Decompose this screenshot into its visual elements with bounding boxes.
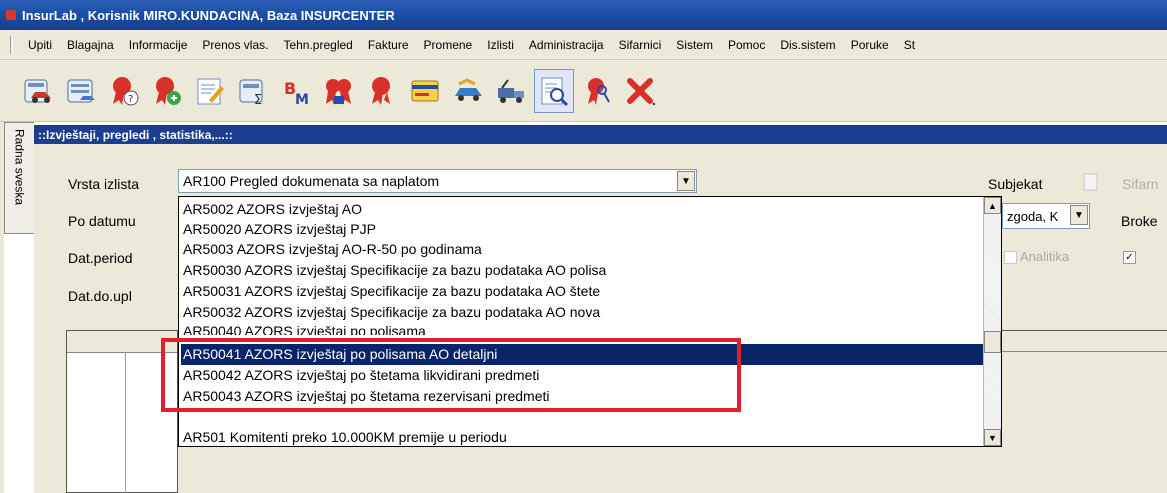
handshake-car-button[interactable] — [448, 69, 488, 113]
scroll-down-button[interactable]: ▼ — [984, 429, 1001, 446]
car-report-icon — [24, 79, 51, 103]
broke-label: Broke — [1121, 213, 1158, 229]
menu-upiti[interactable]: Upiti — [28, 38, 52, 52]
document-search-icon — [541, 77, 569, 106]
handshake-car-icon — [455, 77, 482, 101]
close-icon — [627, 77, 656, 105]
ribbon-help-button[interactable]: ? — [104, 69, 144, 113]
ribbon-add-icon — [156, 76, 181, 105]
car-list-button[interactable] — [61, 69, 101, 113]
zgoda-dropdown-button[interactable]: ▼ — [1070, 205, 1088, 225]
vrsta-izlista-value: AR100 Pregled dokumenata sa naplatom — [183, 173, 440, 189]
svg-text:M: M — [295, 92, 309, 108]
list-item[interactable]: AR50032 AZORS izvještaj Specifikacije za… — [181, 302, 600, 323]
card-button[interactable] — [405, 69, 445, 113]
menu-sistem[interactable]: Sistem — [676, 38, 713, 52]
menu-informacije[interactable]: Informacije — [129, 38, 188, 52]
zgoda-select[interactable]: zgoda, K ▼ — [1002, 203, 1090, 229]
menu-izlisti[interactable]: Izlisti — [487, 38, 514, 52]
ribbon-icon — [372, 76, 390, 105]
list-item[interactable]: AR5003 AZORS izvještaj AO-R-50 po godina… — [181, 239, 482, 260]
menu-blagajna[interactable]: Blagajna — [67, 38, 114, 52]
zgoda-value: zgoda, K — [1007, 208, 1059, 224]
vrsta-izlista-select[interactable]: AR100 Pregled dokumenata sa naplatom ▼ — [178, 169, 697, 193]
grid-column-divider — [125, 353, 126, 493]
tow-truck-icon — [498, 78, 524, 103]
list-item[interactable]: AR501 Komitenti preko 10.000KM premije u… — [181, 427, 507, 446]
car-sum-icon: Σ — [239, 79, 263, 108]
scroll-thumb[interactable] — [984, 331, 1001, 353]
app-icon — [6, 10, 16, 20]
dat-do-upl-label: Dat.do.upl — [68, 288, 132, 304]
close-button[interactable] — [620, 69, 660, 113]
list-item[interactable]: AR5002 AZORS izvještaj AO — [181, 199, 362, 220]
bm-icon: B M — [284, 79, 309, 108]
menu-fakture[interactable]: Fakture — [368, 38, 409, 52]
car-report-button[interactable] — [18, 69, 58, 113]
menu-dis-sistem[interactable]: Dis.sistem — [780, 38, 835, 52]
key-ribbon-button[interactable] — [577, 69, 617, 113]
list-item[interactable]: AR50030 AZORS izvještaj Specifikacije za… — [181, 260, 606, 281]
toolbar: ? Σ B M — [0, 60, 1167, 122]
ribbon-group-button[interactable] — [319, 69, 359, 113]
chevron-down-icon: ▼ — [681, 175, 691, 187]
window-title-bar: InsurLab , Korisnik MIRO.KUNDACINA, Baza… — [0, 0, 1167, 30]
chevron-up-icon: ▲ — [988, 200, 997, 211]
card-icon — [411, 80, 439, 101]
grid-header-right — [1002, 330, 1167, 352]
side-tab-label: Radna sveska — [12, 129, 27, 206]
car-list-icon — [67, 79, 95, 102]
key-ribbon-icon — [588, 77, 610, 105]
menu-administracija[interactable]: Administracija — [529, 38, 604, 52]
ribbon-button[interactable] — [362, 69, 402, 113]
menu-sifarnici[interactable]: Sifarnici — [619, 38, 662, 52]
menu-prenos-vlas[interactable]: Prenos vlas. — [202, 38, 268, 52]
document-icon[interactable] — [1082, 172, 1100, 192]
analitika-label: Analitika — [1020, 249, 1070, 264]
vrsta-izlista-label: Vrsta izlista — [68, 176, 140, 192]
broke-checkbox[interactable]: ✓ — [1123, 251, 1136, 264]
ribbon-add-button[interactable] — [147, 69, 187, 113]
tow-truck-button[interactable] — [491, 69, 531, 113]
menu-promene[interactable]: Promene — [424, 38, 473, 52]
edit-document-button[interactable] — [190, 69, 230, 113]
list-item[interactable]: AR50040 AZORS izvještaj po polisama — [181, 321, 426, 335]
list-item[interactable]: AR50020 AZORS izvještaj PJP — [181, 219, 376, 240]
panel-title: ::Izvještaji, pregledi , statistika,...:… — [38, 127, 233, 142]
ribbon-help-icon: ? — [113, 76, 139, 105]
combo-dropdown-button[interactable]: ▼ — [677, 171, 695, 191]
menu-st[interactable]: St — [904, 38, 915, 52]
scroll-up-button[interactable]: ▲ — [984, 197, 1001, 214]
side-tab-radna-sveska[interactable]: Radna sveska — [4, 122, 34, 234]
car-sum-button[interactable]: Σ — [233, 69, 273, 113]
panel-title-bar: ::Izvještaji, pregledi , statistika,...:… — [34, 125, 1167, 144]
menu-pomoc[interactable]: Pomoc — [728, 38, 765, 52]
ribbon-group-icon — [326, 78, 351, 105]
document-search-button[interactable] — [534, 68, 574, 113]
subjekat-label: Subjekat — [988, 176, 1043, 192]
svg-text:?: ? — [128, 94, 133, 105]
menu-poruke[interactable]: Poruke — [851, 38, 889, 52]
window-title: InsurLab , Korisnik MIRO.KUNDACINA, Baza… — [22, 7, 395, 23]
list-item[interactable]: AR50031 AZORS izvještaj Specifikacije za… — [181, 281, 600, 302]
sifarn-label: Sifarn — [1122, 176, 1159, 192]
chevron-down-icon: ▼ — [1074, 209, 1084, 221]
highlight-annotation-box — [161, 338, 741, 412]
edit-document-icon — [197, 78, 224, 104]
po-datumu-label: Po datumu — [68, 213, 136, 229]
bm-button[interactable]: B M — [276, 69, 316, 113]
analitika-checkbox[interactable] — [1004, 251, 1017, 264]
dropdown-scrollbar[interactable]: ▲ ▼ — [983, 197, 1001, 446]
menu-tehn-pregled[interactable]: Tehn.pregled — [283, 38, 352, 52]
menu-grip — [10, 36, 13, 54]
chevron-down-icon: ▼ — [988, 432, 997, 443]
menu-bar: Upiti Blagajna Informacije Prenos vlas. … — [0, 30, 1167, 60]
svg-text:Σ: Σ — [254, 93, 262, 108]
dat-period-label: Dat.period — [68, 250, 133, 266]
